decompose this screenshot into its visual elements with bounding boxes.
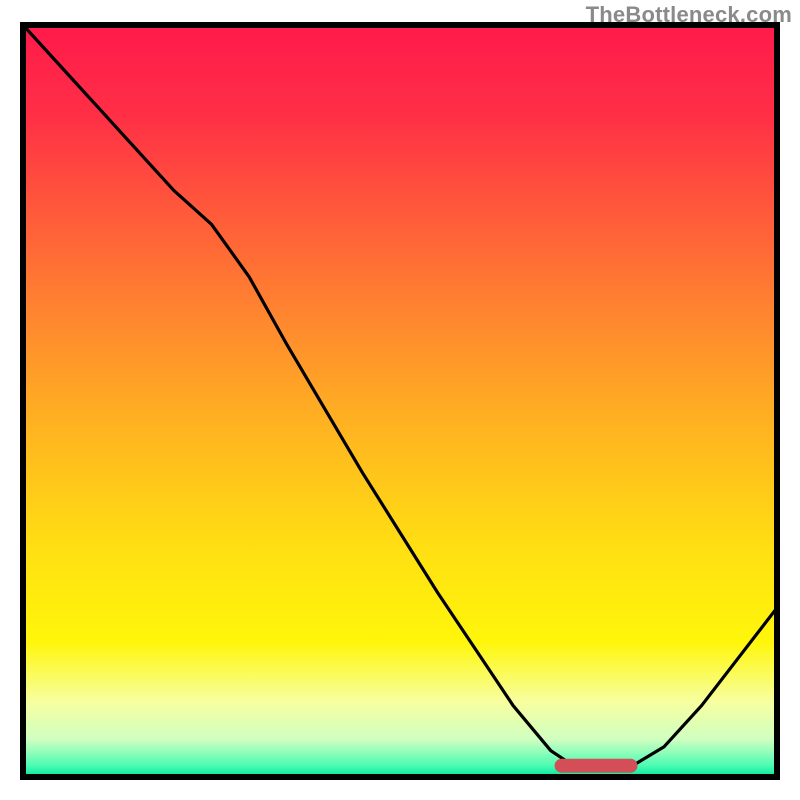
chart-container: TheBottleneck.com (0, 0, 800, 800)
chart-marker (555, 759, 638, 773)
plot-area (20, 22, 780, 780)
chart-background (23, 25, 777, 777)
chart-svg (20, 22, 780, 780)
